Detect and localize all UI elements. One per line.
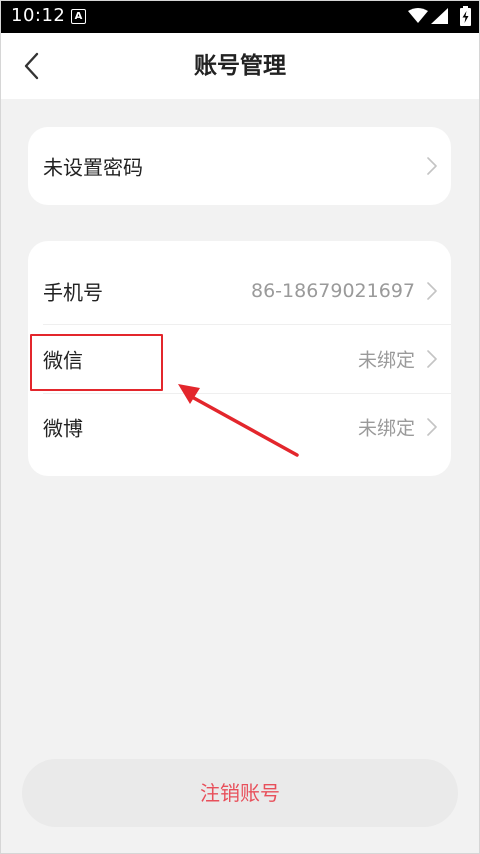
phone-row[interactable]: 手机号 86-18679021697 [28, 257, 451, 325]
highlight-box-annotation [30, 334, 163, 391]
chevron-right-icon [427, 418, 437, 436]
a-icon: A [71, 9, 86, 24]
chevron-right-icon [427, 157, 437, 175]
chevron-right-icon [427, 350, 437, 368]
wifi-icon [408, 8, 428, 23]
page-title: 账号管理 [194, 53, 286, 79]
red-arrow-annotation [178, 384, 299, 457]
phone-value: 86-18679021697 [250, 280, 415, 302]
header: 账号管理 [0, 33, 480, 99]
set-password-label: 未设置密码 [43, 155, 143, 180]
phone-label: 手机号 [43, 280, 103, 305]
battery-charging-icon [460, 6, 471, 26]
set-password-row[interactable]: 未设置密码 [28, 132, 451, 200]
chevron-right-icon [427, 282, 437, 300]
status-bar: 10:12 A [0, 0, 480, 33]
password-card: 未设置密码 [28, 127, 451, 205]
signal-icon [431, 8, 448, 24]
weibo-label: 微博 [43, 416, 83, 441]
status-time: 10:12 [11, 5, 66, 26]
wechat-value: 未绑定 [357, 349, 415, 372]
cancel-account-button[interactable]: 注销账号 [22, 759, 458, 827]
weibo-value: 未绑定 [357, 417, 415, 440]
